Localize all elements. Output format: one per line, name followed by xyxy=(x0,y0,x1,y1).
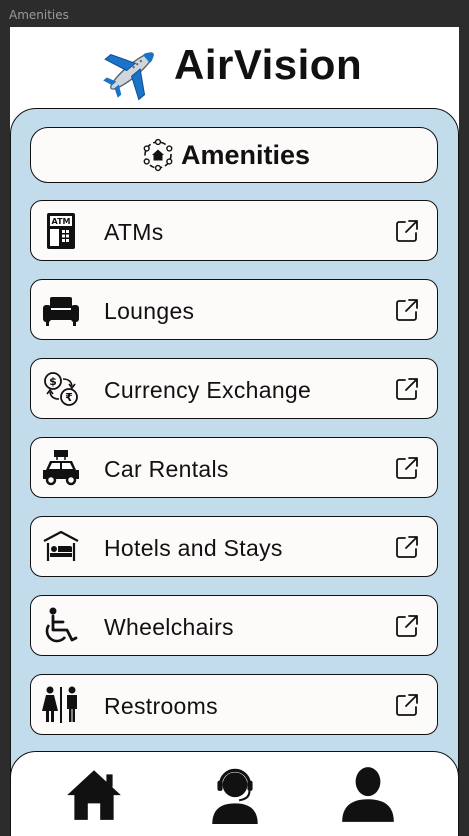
amenity-label: Wheelchairs xyxy=(104,614,234,640)
atm-icon: ATM xyxy=(47,213,75,249)
external-link-icon[interactable] xyxy=(394,455,420,481)
amenity-label: Currency Exchange xyxy=(104,377,312,403)
window-title: Amenities xyxy=(9,8,69,22)
app-header: AirVision xyxy=(10,27,459,107)
amenity-label: ATMs xyxy=(104,219,164,245)
amenity-item-restrooms[interactable]: Restrooms xyxy=(30,674,438,735)
app-title: AirVision xyxy=(174,41,363,88)
amenity-item-wheelchairs[interactable]: Wheelchairs xyxy=(30,595,438,656)
amenity-label: Lounges xyxy=(104,298,195,324)
external-link-icon[interactable] xyxy=(394,218,420,244)
wheelchair-icon xyxy=(45,607,78,643)
external-link-icon[interactable] xyxy=(394,534,420,560)
home-icon[interactable] xyxy=(63,762,125,824)
bed-icon xyxy=(43,530,79,561)
profile-icon[interactable] xyxy=(337,762,399,824)
amenity-label: Restrooms xyxy=(104,693,218,719)
amenity-item-hotels[interactable]: Hotels and Stays xyxy=(30,516,438,577)
amenity-item-lounges[interactable]: Lounges xyxy=(30,279,438,340)
car-rental-icon xyxy=(43,450,79,486)
support-agent-icon[interactable] xyxy=(204,762,266,824)
amenity-label: Hotels and Stays xyxy=(104,535,283,561)
amenity-item-currency-exchange[interactable]: $ ₹ Currency Exchange xyxy=(30,358,438,419)
external-link-icon[interactable] xyxy=(394,613,420,639)
amenity-item-car-rentals[interactable]: Car Rentals xyxy=(30,437,438,498)
external-link-icon[interactable] xyxy=(394,376,420,402)
airplane-icon xyxy=(103,52,154,101)
amenity-label: Car Rentals xyxy=(104,456,229,482)
amenities-hub-icon xyxy=(143,138,173,172)
svg-text:₹: ₹ xyxy=(65,391,73,404)
amenity-item-atms[interactable]: ATM ATMs xyxy=(30,200,438,261)
currency-exchange-icon: $ ₹ xyxy=(44,372,78,406)
app-screen: AirVision Amenities ATM ATMs Lounges $ ₹… xyxy=(10,27,459,836)
bottom-nav xyxy=(10,751,459,836)
external-link-icon[interactable] xyxy=(394,297,420,323)
svg-text:$: $ xyxy=(49,375,57,388)
external-link-icon[interactable] xyxy=(394,692,420,718)
sofa-icon xyxy=(43,297,79,326)
section-header: Amenities xyxy=(30,127,438,183)
svg-text:ATM: ATM xyxy=(52,217,71,226)
section-title: Amenities xyxy=(181,140,311,170)
restroom-icon xyxy=(42,686,77,723)
